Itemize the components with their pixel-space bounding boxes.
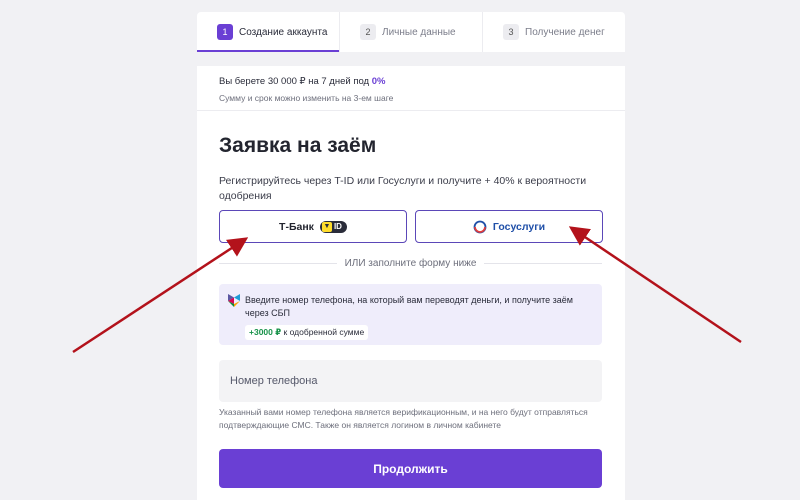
phone-hint: Указанный вами номер телефона является в… bbox=[219, 407, 588, 430]
bonus-badge: +3000 ₽ к одобренной сумме bbox=[245, 325, 369, 340]
sbp-text: Введите номер телефона, на который вам п… bbox=[245, 295, 573, 318]
phone-input[interactable] bbox=[219, 360, 602, 402]
step-number: 2 bbox=[360, 24, 376, 40]
tid-shield-icon: ▼ bbox=[321, 221, 332, 232]
loan-summary-prefix: Вы берете 30 000 ₽ на 7 дней под bbox=[219, 76, 372, 87]
divider-text: ИЛИ заполните форму ниже bbox=[344, 257, 477, 269]
step-tab-1[interactable]: 1 Создание аккаунта bbox=[197, 12, 339, 52]
gosuslugi-label: Госуслуги bbox=[492, 220, 546, 233]
tbank-login-button[interactable]: Т-Банк ▼ ID bbox=[219, 210, 407, 243]
gosuslugi-login-button[interactable]: Госуслуги bbox=[415, 210, 603, 243]
loan-note: Сумму и срок можно изменить на 3-ем шаге bbox=[219, 93, 394, 103]
divider-line-right bbox=[484, 262, 603, 264]
loan-summary: Вы берете 30 000 ₽ на 7 дней под 0% Сумм… bbox=[197, 66, 625, 111]
step-tab-2[interactable]: 2 Личные данные bbox=[339, 12, 482, 52]
step-tab-3[interactable]: 3 Получение денег bbox=[482, 12, 625, 52]
page-subtitle: Регистрируйтесь через T-ID или Госуслуги… bbox=[219, 175, 587, 202]
divider-line-left bbox=[219, 262, 337, 264]
loan-summary-text: Вы берете 30 000 ₽ на 7 дней под 0% bbox=[219, 76, 603, 87]
step-number: 1 bbox=[217, 24, 233, 40]
application-card: Вы берете 30 000 ₽ на 7 дней под 0% Сумм… bbox=[197, 66, 625, 500]
loan-rate: 0% bbox=[371, 76, 386, 87]
gosuslugi-logo-icon bbox=[473, 220, 487, 233]
sbp-logo-icon bbox=[228, 294, 240, 307]
steps-tabs: 1 Создание аккаунта 2 Личные данные 3 По… bbox=[197, 12, 625, 52]
step-label: Получение денег bbox=[525, 26, 605, 38]
step-number: 3 bbox=[503, 24, 519, 40]
bonus-suffix: к одобренной сумме bbox=[281, 327, 365, 337]
tid-label: ID bbox=[333, 222, 342, 231]
or-divider: ИЛИ заполните форму ниже bbox=[219, 257, 603, 269]
tbank-label: Т-Банк bbox=[279, 220, 314, 233]
step-label: Личные данные bbox=[382, 26, 456, 38]
tid-badge: ▼ ID bbox=[319, 220, 347, 233]
page-title: Заявка на заём bbox=[219, 134, 377, 157]
step-label: Создание аккаунта bbox=[239, 26, 328, 38]
sbp-promo: Введите номер телефона, на который вам п… bbox=[219, 284, 602, 345]
continue-button[interactable]: Продолжить bbox=[219, 449, 602, 488]
bonus-amount: +3000 ₽ bbox=[249, 327, 282, 337]
